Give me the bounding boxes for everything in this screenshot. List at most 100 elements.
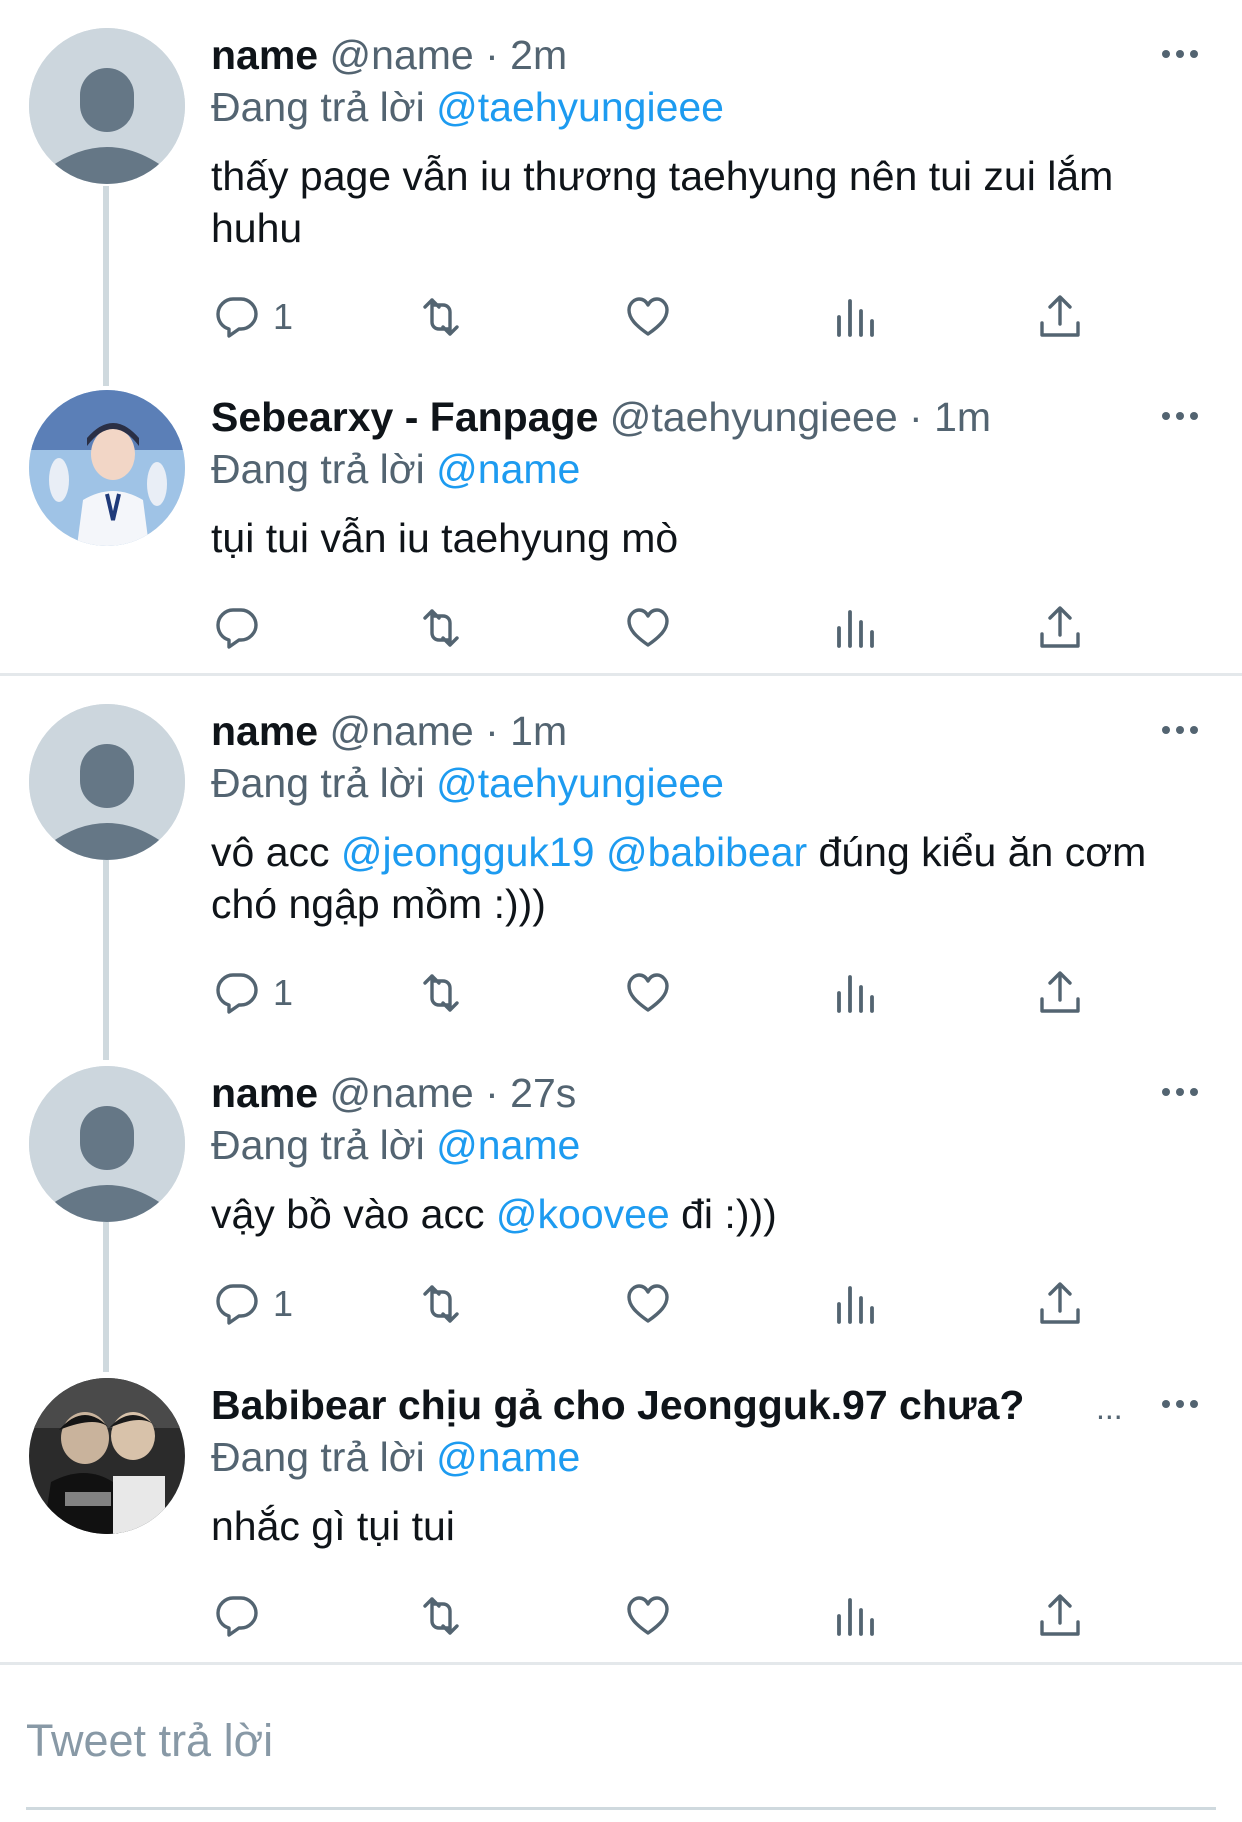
share-icon xyxy=(1040,971,1080,1013)
reply-count: 1 xyxy=(273,296,294,337)
avatar[interactable] xyxy=(29,704,185,860)
analytics-button[interactable] xyxy=(831,600,879,656)
avatar[interactable] xyxy=(29,28,185,184)
reply-count: 1 xyxy=(273,1283,294,1324)
like-button[interactable] xyxy=(624,965,672,1021)
handle[interactable]: @name xyxy=(330,1070,474,1116)
tweet-text: vô acc @jeongguk19 @babibear đúng kiểu ă… xyxy=(211,826,1151,930)
more-icon xyxy=(1162,726,1198,734)
retweet-button[interactable] xyxy=(417,965,465,1021)
mention-link[interactable]: @name xyxy=(436,446,580,492)
timestamp[interactable]: 1m xyxy=(934,394,991,440)
tweet[interactable]: name @name · 2m Đang trả lời @taehyungie… xyxy=(0,0,1242,386)
like-button[interactable] xyxy=(624,1588,672,1644)
handle[interactable]: @name xyxy=(330,32,474,78)
tweet-text: vậy bồ vào acc @koovee đi :))) xyxy=(211,1188,1211,1240)
mention-link[interactable]: @taehyungieee xyxy=(436,760,724,806)
timestamp[interactable]: 2m xyxy=(510,32,567,78)
timestamp[interactable]: 27s xyxy=(510,1070,576,1116)
tweet-actions: 1 xyxy=(0,1276,1242,1336)
share-icon xyxy=(1040,295,1080,337)
reply-input-underline xyxy=(26,1807,1216,1810)
analytics-icon xyxy=(837,975,874,1013)
retweet-button[interactable] xyxy=(417,1276,465,1332)
tweet-text-segment: vậy bồ vào acc xyxy=(211,1191,496,1237)
avatar[interactable] xyxy=(29,1378,185,1534)
analytics-icon xyxy=(837,1286,874,1324)
mention-link[interactable]: @jeongguk19 xyxy=(341,829,595,875)
mention-link[interactable]: @taehyungieee xyxy=(436,84,724,130)
more-options-button[interactable] xyxy=(1160,34,1200,74)
reply-button[interactable] xyxy=(213,1588,273,1644)
tweet-text-segment: vô acc xyxy=(211,829,341,875)
tweet-header: name @name · 1m xyxy=(211,706,567,756)
mention-link[interactable]: @name xyxy=(436,1122,580,1168)
handle[interactable]: @taehyungieee xyxy=(610,394,898,440)
replying-to-label: Đang trả lời xyxy=(211,1434,437,1480)
share-button[interactable] xyxy=(1036,1588,1084,1644)
display-name[interactable]: Sebearxy - Fanpage xyxy=(211,394,598,440)
mention-link[interactable]: @koovee xyxy=(496,1191,670,1237)
replying-to: Đang trả lời @taehyungieee xyxy=(211,82,724,132)
reply-button[interactable]: 1 xyxy=(213,1276,293,1332)
analytics-button[interactable] xyxy=(831,1588,879,1644)
reply-icon xyxy=(216,1284,258,1325)
display-name[interactable]: Babibear chịu gả cho Jeongguk.97 chưa? xyxy=(211,1382,1024,1428)
tweet[interactable]: name @name · 27s Đang trả lời @name vậy … xyxy=(0,1038,1242,1398)
tweet[interactable]: Babibear chịu gả cho Jeongguk.97 chưa? .… xyxy=(0,1350,1242,1710)
retweet-button[interactable] xyxy=(417,289,465,345)
share-button[interactable] xyxy=(1036,1276,1084,1332)
more-options-button[interactable] xyxy=(1160,1072,1200,1112)
replying-to-label: Đang trả lời xyxy=(211,446,437,492)
avatar[interactable] xyxy=(29,1066,185,1222)
separator: · xyxy=(897,394,935,440)
display-name[interactable]: name xyxy=(211,1070,318,1116)
reply-button[interactable]: 1 xyxy=(213,289,293,345)
share-button[interactable] xyxy=(1036,600,1084,656)
like-button[interactable] xyxy=(624,1276,672,1332)
tweet-text-segment xyxy=(595,829,606,875)
tweet[interactable]: name @name · 1m Đang trả lời @taehyungie… xyxy=(0,676,1242,1060)
analytics-button[interactable] xyxy=(831,289,879,345)
share-icon xyxy=(1040,1282,1080,1324)
like-button[interactable] xyxy=(624,600,672,656)
tweet-text: tụi tui vẫn iu taehyung mò xyxy=(211,512,1211,564)
more-options-button[interactable] xyxy=(1160,1384,1200,1424)
tweet-header: name @name · 2m xyxy=(211,30,567,80)
heart-icon xyxy=(627,1596,669,1635)
tweet-text: thấy page vẫn iu thương taehyung nên tui… xyxy=(211,150,1191,254)
more-options-button[interactable] xyxy=(1160,396,1200,436)
share-button[interactable] xyxy=(1036,289,1084,345)
tweet-text-segment: thấy page vẫn iu thương taehyung nên tui… xyxy=(211,153,1114,251)
more-options-button[interactable] xyxy=(1160,710,1200,750)
profile-photo xyxy=(29,1378,185,1534)
reply-button[interactable] xyxy=(213,600,273,656)
tweet-text-segment: đi :))) xyxy=(669,1191,777,1237)
analytics-button[interactable] xyxy=(831,1276,879,1332)
analytics-button[interactable] xyxy=(831,965,879,1021)
tweet[interactable]: Sebearxy - Fanpage @taehyungieee · 1m Đa… xyxy=(0,362,1242,722)
replying-to: Đang trả lời @name xyxy=(211,444,580,494)
retweet-button[interactable] xyxy=(417,600,465,656)
replying-to: Đang trả lời @name xyxy=(211,1120,580,1170)
share-button[interactable] xyxy=(1036,965,1084,1021)
share-icon xyxy=(1040,606,1080,648)
display-name[interactable]: name xyxy=(211,708,318,754)
reply-icon xyxy=(216,973,258,1014)
display-name[interactable]: name xyxy=(211,32,318,78)
separator: · xyxy=(473,708,511,754)
tweet-header: Babibear chịu gả cho Jeongguk.97 chưa? xyxy=(211,1380,1024,1430)
reply-button[interactable]: 1 xyxy=(213,965,293,1021)
tweet-actions: 1 xyxy=(0,289,1242,349)
reply-input[interactable]: Tweet trả lời xyxy=(26,1715,273,1767)
handle[interactable]: @name xyxy=(330,708,474,754)
reply-count: 1 xyxy=(273,972,294,1013)
like-button[interactable] xyxy=(624,289,672,345)
avatar[interactable] xyxy=(29,390,185,546)
mention-link[interactable]: @babibear xyxy=(606,829,807,875)
retweet-button[interactable] xyxy=(417,1588,465,1644)
name-truncation: ... xyxy=(1096,1390,1123,1426)
mention-link[interactable]: @name xyxy=(436,1434,580,1480)
timestamp[interactable]: 1m xyxy=(510,708,567,754)
heart-icon xyxy=(627,297,669,336)
